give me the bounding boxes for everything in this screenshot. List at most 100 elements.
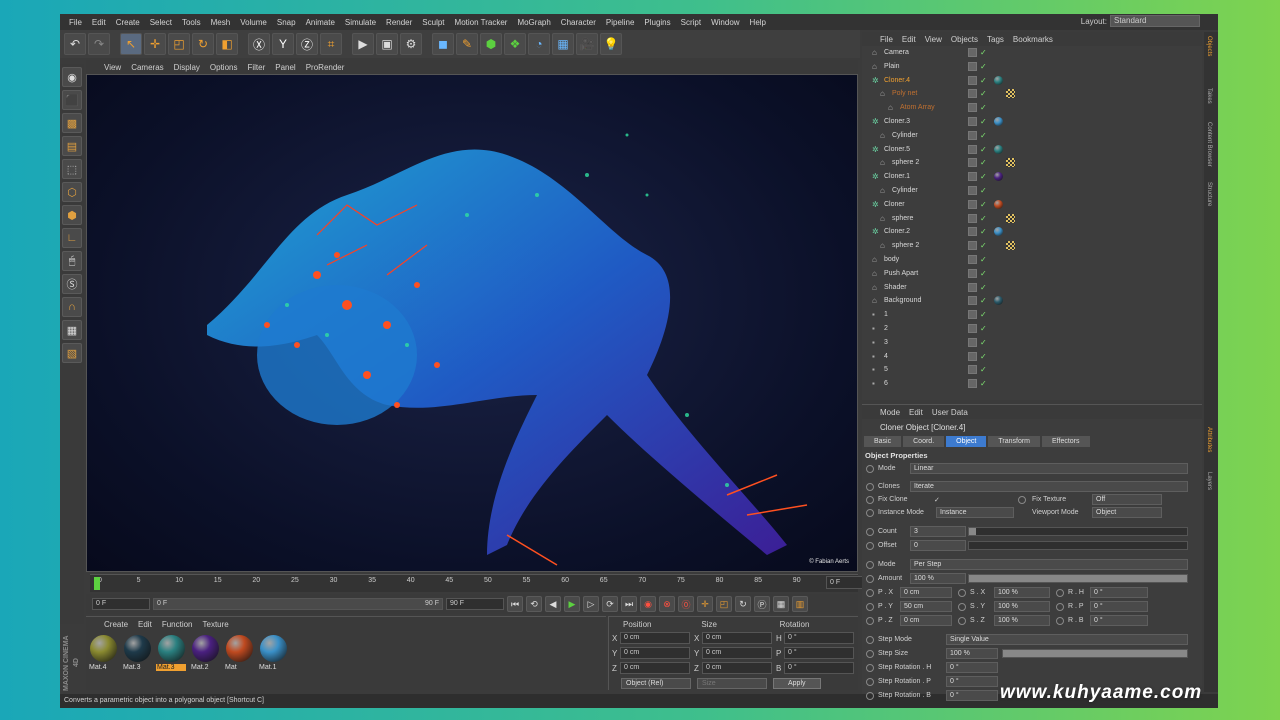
visibility-checkbox[interactable] xyxy=(968,199,977,209)
visibility-checkbox[interactable] xyxy=(968,103,977,113)
object-row[interactable]: ✲ Cloner.3 ✓ xyxy=(862,115,1202,128)
enabled-check[interactable]: ✓ xyxy=(980,241,987,250)
viewport-menu-options[interactable]: Options xyxy=(210,63,238,72)
object-row[interactable]: ⌂ Cylinder ✓ xyxy=(862,129,1202,142)
preview-range-slider[interactable]: 0 F 90 F xyxy=(153,598,443,610)
texture-tag[interactable] xyxy=(1006,158,1015,168)
object-row[interactable]: ▪ 2 ✓ xyxy=(862,322,1202,335)
object-row[interactable]: ⌂ body ✓ xyxy=(862,253,1202,266)
radio-icon[interactable] xyxy=(866,635,874,644)
attribute-menu-mode[interactable]: Mode xyxy=(880,408,900,417)
radio-icon[interactable] xyxy=(866,677,874,686)
enabled-check[interactable]: ✓ xyxy=(980,379,987,388)
menu-tools[interactable]: Tools xyxy=(177,18,206,27)
menu-mograph[interactable]: MoGraph xyxy=(512,18,555,27)
object-row[interactable]: ▪ 5 ✓ xyxy=(862,363,1202,376)
py-field[interactable]: 50 cm xyxy=(900,601,952,612)
enabled-check[interactable]: ✓ xyxy=(980,214,987,223)
sy-field[interactable]: 100 % xyxy=(994,601,1050,612)
visibility-checkbox[interactable] xyxy=(968,268,977,278)
size-field[interactable]: 0 cm xyxy=(702,647,772,659)
menu-simulate[interactable]: Simulate xyxy=(340,18,381,27)
visibility-checkbox[interactable] xyxy=(968,75,977,85)
visibility-checkbox[interactable] xyxy=(968,351,977,361)
material-swatch[interactable]: Mat.3 xyxy=(156,635,186,671)
material-swatch[interactable]: Mat.1 xyxy=(258,635,288,671)
enabled-check[interactable]: ✓ xyxy=(980,62,987,71)
undo-icon[interactable]: ↶ xyxy=(64,33,86,55)
model-mode-icon[interactable]: ⬛ xyxy=(62,90,82,110)
playhead[interactable] xyxy=(94,577,100,590)
tab-effectors[interactable]: Effectors xyxy=(1042,436,1090,447)
layout-dropdown[interactable]: Standard xyxy=(1110,15,1200,27)
light-icon[interactable]: 💡 xyxy=(600,33,622,55)
visibility-checkbox[interactable] xyxy=(968,324,977,333)
attribute-menu-user-data[interactable]: User Data xyxy=(932,408,968,417)
object-row[interactable]: ⌂ Atom Array ✓ xyxy=(862,101,1202,114)
menu-create[interactable]: Create xyxy=(111,18,145,27)
visibility-checkbox[interactable] xyxy=(968,117,977,126)
go-to-start-icon[interactable]: ⏮ xyxy=(507,596,523,612)
side-tab-content-browser[interactable]: Content Browser xyxy=(1206,122,1212,167)
enabled-check[interactable]: ✓ xyxy=(980,131,987,140)
side-tab-takes[interactable]: Takes xyxy=(1206,88,1212,104)
visibility-checkbox[interactable] xyxy=(968,337,977,347)
object-row[interactable]: ▪ 1 ✓ xyxy=(862,308,1202,321)
visibility-checkbox[interactable] xyxy=(968,61,977,71)
enabled-check[interactable]: ✓ xyxy=(980,186,987,195)
previous-frame-icon[interactable]: ◀ xyxy=(545,596,561,612)
object-row[interactable]: ✲ Cloner.2 ✓ xyxy=(862,225,1202,238)
enabled-check[interactable]: ✓ xyxy=(980,227,987,236)
rp-field[interactable]: 0 ° xyxy=(1090,601,1148,612)
radio-icon[interactable] xyxy=(866,663,874,672)
radio-icon[interactable] xyxy=(866,482,874,491)
make-editable-icon[interactable]: ◉ xyxy=(62,67,82,87)
position-key-icon[interactable]: ✛ xyxy=(697,596,713,612)
visibility-checkbox[interactable] xyxy=(968,365,977,375)
deformer-icon[interactable]: ◔ xyxy=(528,33,550,55)
viewport-mode-select[interactable]: Object xyxy=(1092,507,1162,518)
tab-basic[interactable]: Basic xyxy=(864,436,902,447)
visibility-checkbox[interactable] xyxy=(968,255,977,264)
object-menu-edit[interactable]: Edit xyxy=(902,35,916,44)
z-axis-lock-icon[interactable]: Ⓩ xyxy=(296,33,318,55)
points-mode-icon[interactable]: ⬚ xyxy=(62,159,82,179)
radio-icon[interactable] xyxy=(866,464,874,473)
radio-icon[interactable] xyxy=(866,541,874,550)
enabled-check[interactable]: ✓ xyxy=(980,117,987,126)
enabled-check[interactable]: ✓ xyxy=(980,283,987,292)
material-tag[interactable] xyxy=(994,75,1003,85)
rotation-field[interactable]: 0 ° xyxy=(784,647,854,659)
radio-icon[interactable] xyxy=(958,602,966,611)
material-menu-create[interactable]: Create xyxy=(104,620,128,629)
object-row[interactable]: ▪ 6 ✓ xyxy=(862,377,1202,390)
redo-icon[interactable]: ↷ xyxy=(88,33,110,55)
step-size-field[interactable]: 100 % xyxy=(946,648,998,659)
menu-sculpt[interactable]: Sculpt xyxy=(417,18,449,27)
count-field[interactable]: 3 xyxy=(910,526,966,537)
visibility-checkbox[interactable] xyxy=(968,310,977,320)
step-size-slider[interactable] xyxy=(1002,649,1188,658)
recent-tools-icon[interactable]: ◧ xyxy=(216,33,238,55)
visibility-checkbox[interactable] xyxy=(968,282,977,292)
radio-icon[interactable] xyxy=(1056,602,1064,611)
axis-mode-icon[interactable]: ∟ xyxy=(62,228,82,248)
menu-motion-tracker[interactable]: Motion Tracker xyxy=(450,18,513,27)
radio-icon[interactable] xyxy=(1056,588,1064,597)
end-frame-field[interactable]: 90 F xyxy=(446,598,504,610)
object-row[interactable]: ⌂ Cylinder ✓ xyxy=(862,184,1202,197)
menu-snap[interactable]: Snap xyxy=(272,18,301,27)
record-active-icon[interactable]: ◉ xyxy=(640,596,656,612)
object-row[interactable]: ✲ Cloner.5 ✓ xyxy=(862,143,1202,156)
rotation-key-icon[interactable]: ↻ xyxy=(735,596,751,612)
visibility-checkbox[interactable] xyxy=(968,89,977,99)
tab-object[interactable]: Object xyxy=(946,436,987,447)
material-menu-function[interactable]: Function xyxy=(162,620,193,629)
camera-icon[interactable]: 🎥 xyxy=(576,33,598,55)
radio-icon[interactable] xyxy=(1018,495,1026,504)
coord-mode-select[interactable]: Object (Rel) xyxy=(621,678,691,689)
coordinate-system-icon[interactable]: ⌗ xyxy=(320,33,342,55)
previous-key-icon[interactable]: ⟲ xyxy=(526,596,542,612)
menu-help[interactable]: Help xyxy=(745,18,771,27)
material-tag[interactable] xyxy=(994,172,1003,182)
